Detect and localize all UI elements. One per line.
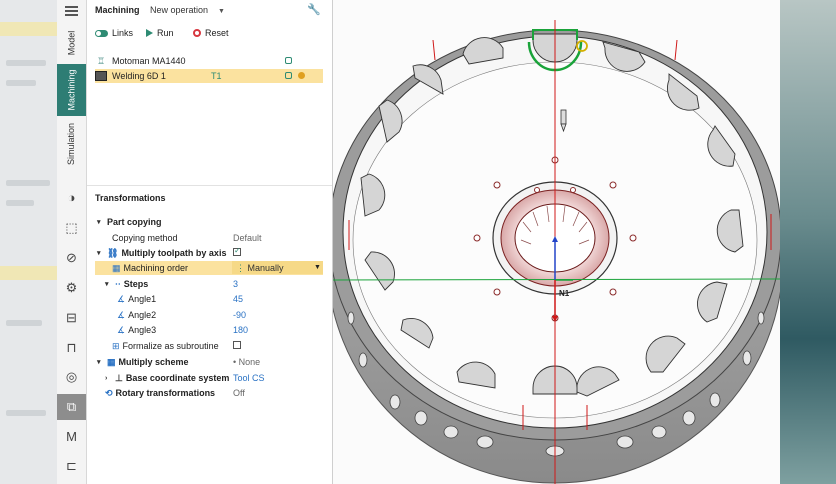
rotary-icon: ⟲: [105, 387, 113, 398]
part-icon[interactable]: ◑: [63, 189, 80, 206]
prop-angle2[interactable]: ∡ Angle2 -90: [95, 308, 323, 322]
compass-icon[interactable]: ⊘: [63, 249, 80, 266]
background-text: [6, 80, 36, 86]
visibility-icon[interactable]: [285, 72, 292, 79]
wrench-icon[interactable]: 🔧: [307, 3, 321, 16]
tab-model[interactable]: Model: [57, 22, 86, 64]
toggle-icon: [95, 29, 108, 37]
run-button[interactable]: Run: [146, 28, 174, 38]
fixture-icon[interactable]: ⊟: [63, 309, 80, 326]
coordinate-system-icon: ⊥: [115, 372, 123, 383]
panel-title: Machining: [95, 5, 140, 15]
point-label: N1: [559, 289, 570, 298]
angle-icon: ∡: [117, 324, 126, 335]
tab-simulation[interactable]: Simulation: [57, 118, 86, 170]
subroutine-icon: ⊞: [112, 340, 120, 351]
chevron-right-icon: ›: [105, 374, 108, 382]
tool-icon[interactable]: ⊓: [63, 339, 80, 356]
background-highlight: [0, 266, 57, 280]
prop-base-cs[interactable]: › ⊥ Base coordinate system Tool CS: [95, 371, 323, 385]
status-dot-icon: [298, 72, 305, 79]
scheme-icon: ▦: [107, 356, 116, 367]
chevron-down-icon: ▼: [218, 8, 225, 15]
play-icon: [146, 29, 153, 37]
chevron-down-icon: ▾: [105, 281, 109, 288]
background-text: [6, 200, 34, 206]
tree-item-operation[interactable]: Welding 6D 1 T1: [95, 69, 323, 83]
origin-icon[interactable]: ◎: [63, 368, 80, 385]
workpiece-icon[interactable]: ⬚: [63, 219, 80, 236]
divider: [87, 185, 332, 186]
postprocessor-icon[interactable]: ⊏: [63, 457, 80, 474]
background-text: [6, 180, 50, 186]
chevron-down-icon[interactable]: ▼: [314, 264, 321, 271]
reset-icon: [193, 29, 201, 37]
prop-rotary[interactable]: ⟲ Rotary transformations Off: [95, 386, 323, 400]
tab-machining[interactable]: Machining: [57, 64, 86, 116]
background-text: [6, 410, 46, 416]
chevron-down-icon: ▾: [97, 250, 101, 257]
reset-button[interactable]: Reset: [193, 28, 229, 38]
macro-icon[interactable]: M: [63, 428, 80, 445]
prop-copying-method[interactable]: Copying method Default: [95, 231, 323, 245]
order-icon: ▦: [112, 262, 121, 273]
prop-multiply-axis[interactable]: ▾ ⛓ Multiply toolpath by axis: [95, 246, 323, 260]
section-title: Transformations: [95, 193, 166, 203]
transform-icon[interactable]: ⧉: [57, 394, 86, 420]
angle-icon: ∡: [117, 309, 126, 320]
background-text: [6, 60, 46, 66]
prop-formalize[interactable]: ⊞ Formalize as subroutine: [95, 339, 323, 353]
part-model: [333, 20, 780, 484]
hamburger-menu-icon[interactable]: [65, 6, 78, 16]
prop-angle1[interactable]: ∡ Angle1 45: [95, 292, 323, 306]
visibility-icon[interactable]: [285, 57, 292, 64]
formalize-checkbox[interactable]: [233, 341, 241, 349]
prop-multiply-scheme[interactable]: ▾ ▦ Multiply scheme • None: [95, 355, 323, 369]
steps-icon: ⋅⋅: [115, 278, 121, 289]
tree-item-robot[interactable]: ♖ Motoman MA1440: [95, 54, 323, 68]
operation-select[interactable]: New operation ▼: [150, 5, 225, 15]
background-desktop-right: [780, 0, 836, 484]
prop-steps[interactable]: ▾ ⋅⋅ Steps 3: [95, 277, 323, 291]
left-rail: Model Machining Simulation ◑ ⬚ ⊘ ⚙ ⊟ ⊓ ◎…: [57, 0, 87, 484]
chevron-down-icon: ▾: [97, 359, 101, 366]
welding-operation-icon: [95, 71, 107, 81]
3d-viewport[interactable]: N1: [333, 0, 780, 484]
gear-icon[interactable]: ⚙: [63, 279, 80, 296]
background-text: [6, 320, 42, 326]
prop-angle3[interactable]: ∡ Angle3 180: [95, 323, 323, 337]
angle-icon: ∡: [117, 293, 126, 304]
order-value-icon: ⋮: [236, 262, 245, 273]
machining-panel: Machining New operation ▼ 🔧 Links Run Res…: [87, 0, 333, 484]
multiply-axis-checkbox[interactable]: [233, 246, 241, 256]
chevron-down-icon: ▾: [97, 219, 101, 226]
prop-machining-order[interactable]: ▦ Machining order ⋮ Manually ▼: [95, 261, 323, 275]
prop-part-copying[interactable]: ▾ Part copying: [95, 215, 323, 229]
links-button[interactable]: Links: [95, 28, 133, 38]
background-app-left: [0, 0, 57, 484]
background-highlight: [0, 22, 57, 36]
robot-icon: ♖: [96, 55, 106, 66]
multiply-axis-icon: ⛓: [107, 247, 119, 258]
tool-number: T1: [211, 71, 222, 81]
